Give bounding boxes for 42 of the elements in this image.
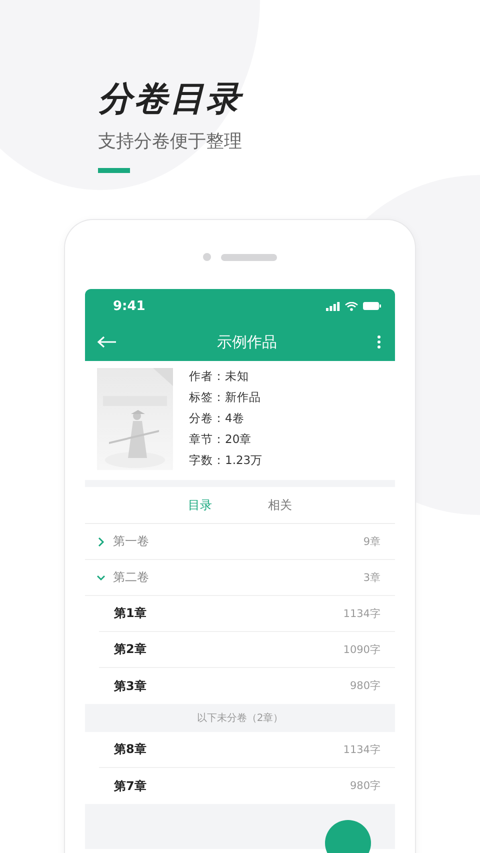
promo-subtitle: 支持分卷便于整理 — [98, 130, 243, 154]
book-info: 分卷：4卷 — [189, 410, 246, 427]
more-icon[interactable] — [377, 335, 381, 349]
chevron-icon[interactable] — [97, 572, 105, 582]
signal-icon — [326, 302, 340, 310]
camera-dot — [203, 253, 211, 261]
chapter-title: 第1章 — [114, 605, 146, 622]
chevron-icon[interactable] — [97, 536, 105, 546]
status-time: 9:41 — [113, 298, 146, 314]
back-icon[interactable] — [97, 336, 117, 348]
chapter-row[interactable]: 第8章 1134字 — [85, 732, 395, 768]
chapter-row[interactable]: 第3章 980字 — [85, 668, 395, 704]
word-count: 1134字 — [343, 742, 381, 756]
battery-icon — [363, 302, 381, 310]
speaker-slot — [221, 254, 277, 260]
nav-title: 示例作品 — [217, 332, 277, 352]
book-info: 作者：未知 — [189, 368, 250, 385]
book-info: 标签：新作品 — [189, 389, 262, 406]
word-count: 980字 — [350, 779, 381, 793]
tab[interactable]: 相关 — [268, 492, 292, 518]
chapter-row[interactable]: 第7章 980字 — [85, 768, 395, 804]
wifi-icon — [345, 302, 358, 310]
volume-row[interactable]: 第一卷 9章 — [85, 524, 395, 560]
chapter-row[interactable]: 第1章 1134字 — [85, 596, 395, 632]
chapter-title: 第7章 — [114, 778, 146, 794]
chapter-count: 3章 — [363, 570, 381, 584]
chapter-title: 第2章 — [114, 641, 146, 658]
chapter-title: 第8章 — [114, 741, 146, 758]
volume-title: 第一卷 — [113, 533, 150, 550]
chapter-count: 9章 — [363, 534, 381, 548]
chapter-row[interactable]: 第2章 1090字 — [85, 632, 395, 668]
volume-row[interactable]: 第二卷 3章 — [85, 560, 395, 596]
unassigned-label: 以下未分卷（2章） — [196, 712, 284, 726]
word-count: 1134字 — [343, 606, 381, 620]
book-info: 字数：1.23万 — [189, 452, 263, 469]
book-info: 章节：20章 — [189, 431, 253, 448]
chapter-title: 第3章 — [114, 678, 146, 694]
word-count: 1090字 — [343, 642, 381, 656]
word-count: 980字 — [350, 679, 381, 693]
accent-bar — [98, 168, 130, 173]
volume-title: 第二卷 — [113, 569, 150, 586]
promo-title: 分卷目录 — [98, 78, 244, 120]
